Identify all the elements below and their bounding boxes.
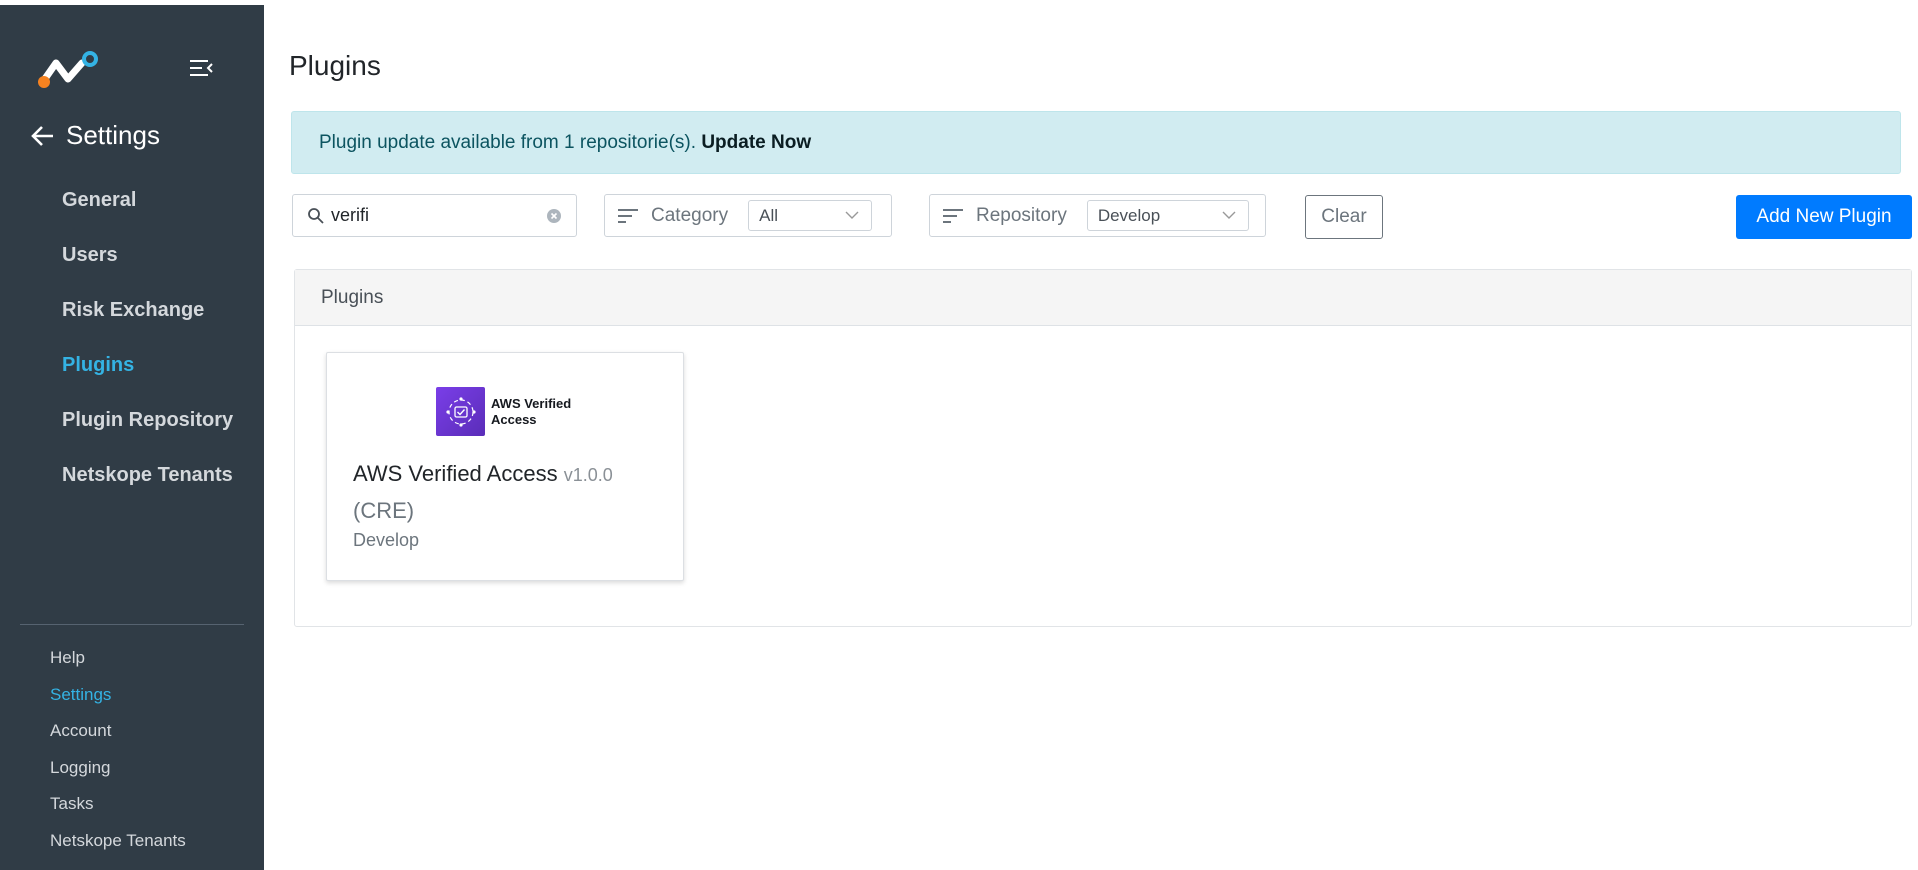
category-value: All xyxy=(759,205,779,225)
back-arrow-icon[interactable] xyxy=(30,123,56,149)
repository-value: Develop xyxy=(1097,205,1161,225)
filter-icon xyxy=(618,208,638,223)
plugin-type: (CRE) xyxy=(353,498,415,523)
bottom-nav-settings[interactable]: Settings xyxy=(50,683,186,720)
update-alert: Plugin update available from 1 repositor… xyxy=(291,111,1901,174)
sidebar: Settings General Users Risk Exchange Plu… xyxy=(0,5,264,870)
plugin-logo: AWS Verified Access xyxy=(436,387,571,436)
sidebar-item-risk-exchange[interactable]: Risk Exchange xyxy=(62,293,233,348)
bottom-nav-help[interactable]: Help xyxy=(50,646,186,683)
chevron-down-icon xyxy=(1222,211,1236,219)
plugin-name: AWS Verified Access v1.0.0 (CRE) xyxy=(353,461,613,523)
search-input[interactable] xyxy=(331,205,531,226)
chevron-down-icon xyxy=(845,211,859,219)
repository-filter: Repository Develop xyxy=(929,194,1266,237)
category-filter: Category All xyxy=(604,194,892,237)
add-new-plugin-button[interactable]: Add New Plugin xyxy=(1736,195,1912,239)
settings-title: Settings xyxy=(66,120,160,150)
bottom-nav-tasks[interactable]: Tasks xyxy=(50,792,186,829)
plugin-repository: Develop xyxy=(353,530,420,550)
sidebar-item-plugins[interactable]: Plugins xyxy=(62,348,233,403)
plugin-logo-text: AWS Verified Access xyxy=(491,395,572,427)
bottom-nav-netskope-tenants[interactable]: Netskope Tenants xyxy=(50,829,186,866)
settings-nav: General Users Risk Exchange Plugins Plug… xyxy=(62,183,233,513)
plugins-panel-title: Plugins xyxy=(295,270,1911,326)
alert-message: Plugin update available from 1 repositor… xyxy=(319,132,702,153)
sidebar-divider xyxy=(20,624,244,625)
repository-label: Repository xyxy=(976,204,1067,226)
aws-verified-access-icon xyxy=(436,387,485,436)
repository-select[interactable]: Develop xyxy=(1086,200,1249,231)
update-now-link[interactable]: Update Now xyxy=(701,132,811,153)
category-label: Category xyxy=(651,204,729,226)
bottom-nav: Help Settings Account Logging Tasks Nets… xyxy=(50,646,186,865)
netskope-logo[interactable] xyxy=(38,51,102,89)
collapse-menu-icon[interactable] xyxy=(188,57,214,79)
page-title: Plugins xyxy=(289,50,381,81)
settings-header: Settings xyxy=(30,120,160,151)
sidebar-item-users[interactable]: Users xyxy=(62,238,233,293)
plugin-card[interactable]: AWS Verified Access AWS Verified Access … xyxy=(326,352,684,581)
plugin-version: v1.0.0 xyxy=(563,465,613,485)
sidebar-item-plugin-repository[interactable]: Plugin Repository xyxy=(62,403,233,458)
category-select[interactable]: All xyxy=(748,200,873,231)
search-icon xyxy=(308,207,324,224)
sidebar-item-netskope-tenants[interactable]: Netskope Tenants xyxy=(62,458,233,513)
search-box xyxy=(292,194,577,237)
bottom-nav-account[interactable]: Account xyxy=(50,719,186,756)
clear-search-icon[interactable] xyxy=(546,208,562,224)
sidebar-item-general[interactable]: General xyxy=(62,183,233,238)
filter-icon xyxy=(943,208,963,223)
plugins-panel: Plugins AWS Verified Access AWS Verified… xyxy=(294,269,1912,627)
bottom-nav-logging[interactable]: Logging xyxy=(50,756,186,793)
clear-button[interactable]: Clear xyxy=(1305,195,1383,239)
